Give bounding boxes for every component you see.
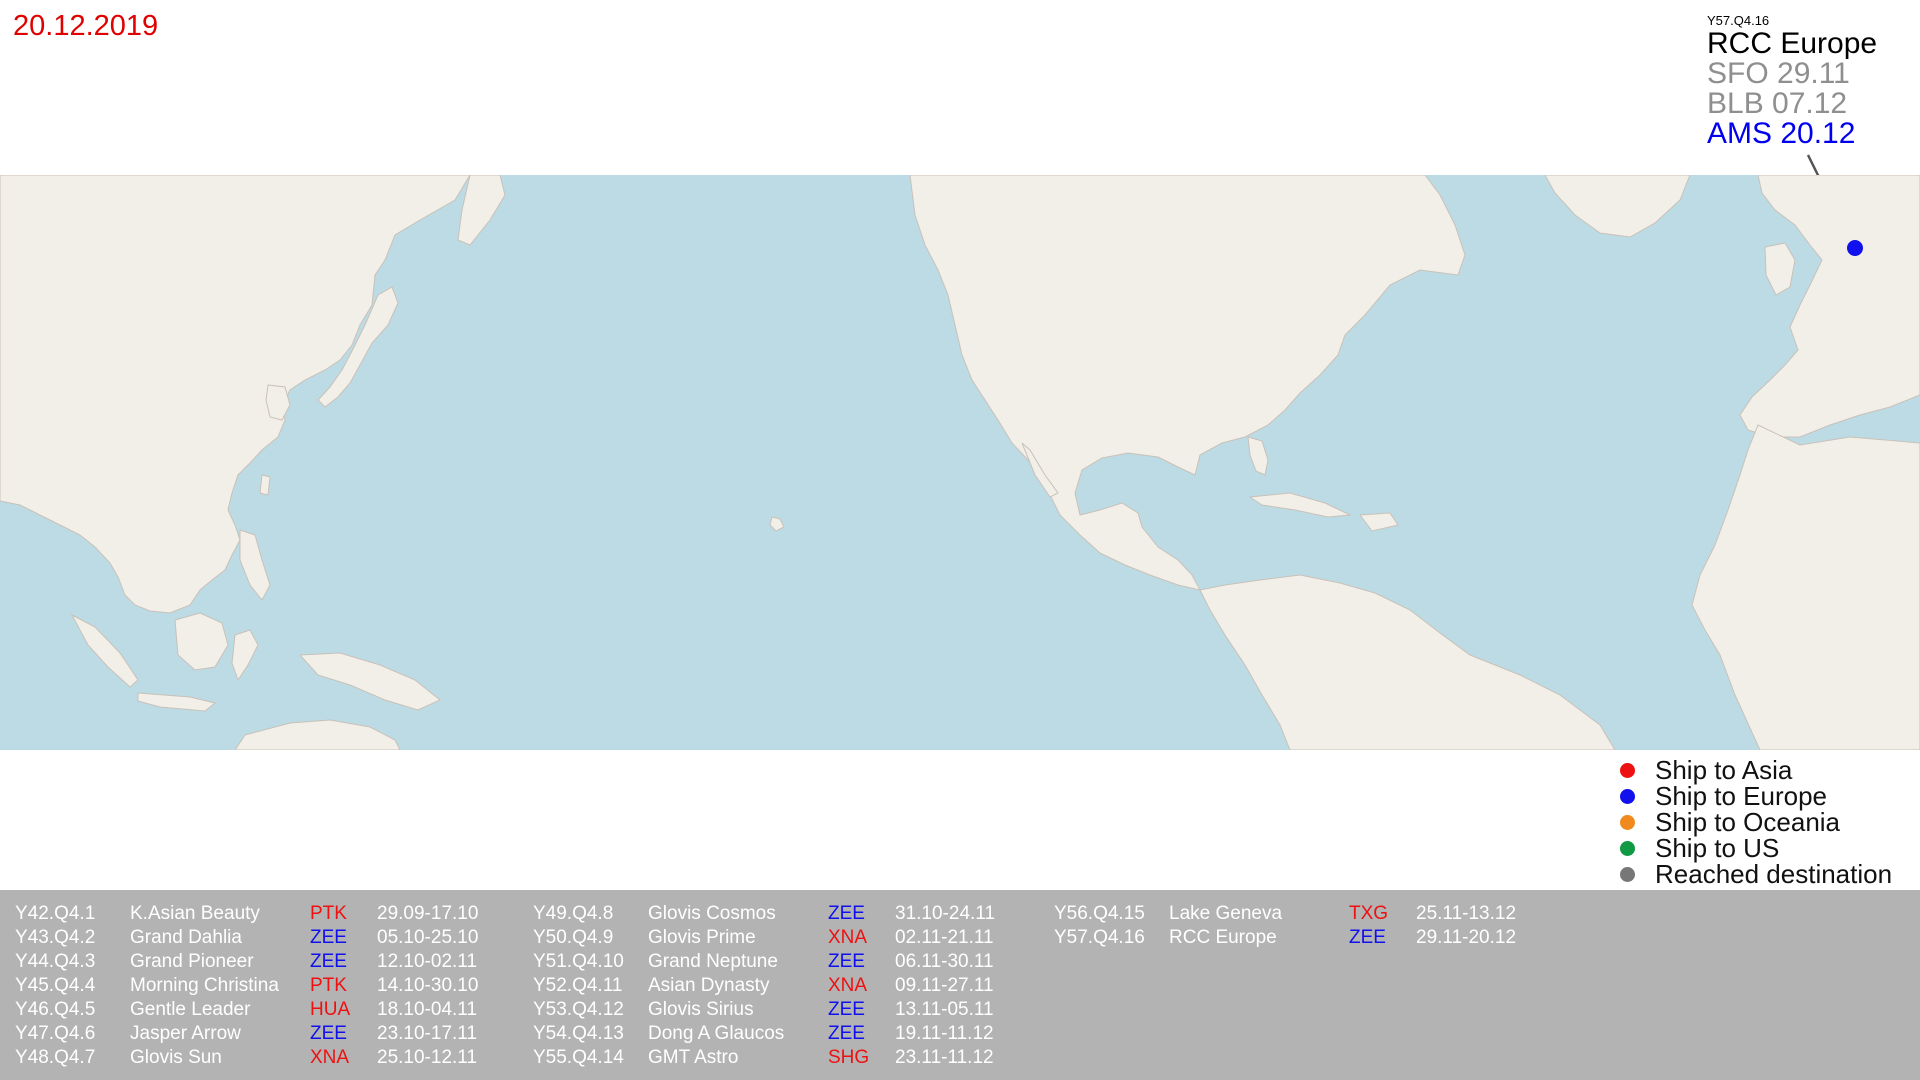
ship-port: ZEE	[828, 999, 865, 1020]
ship-name: Morning Christina	[130, 975, 279, 996]
ship-name: RCC Europe	[1169, 927, 1277, 948]
legend-dot-icon	[1620, 866, 1635, 882]
ship-name: Gentle Leader	[130, 999, 251, 1020]
ship-code: Y53.Q4.12	[533, 999, 624, 1020]
ship-code: Y45.Q4.4	[15, 975, 96, 996]
ship-name: Lake Geneva	[1169, 903, 1283, 924]
ship-dates: 06.11-30.11	[895, 951, 994, 972]
ship-code: Y55.Q4.14	[533, 1047, 624, 1068]
map-svg	[0, 175, 1920, 750]
ship-port: ZEE	[310, 1023, 347, 1044]
ship-name: Glovis Cosmos	[648, 903, 776, 924]
ship-code: Y44.Q4.3	[15, 951, 96, 972]
ship-code: Y50.Q4.9	[533, 927, 614, 948]
ship-dates: 23.10-17.11	[377, 1023, 478, 1044]
legend-item-asia: Ship to Asia	[1620, 755, 1892, 785]
legend-item-oceania: Ship to Oceania	[1620, 807, 1892, 837]
legend-dot-icon	[1620, 840, 1635, 856]
ship-dates: 05.10-25.10	[377, 927, 479, 948]
ship-dates: 14.10-30.10	[377, 975, 479, 996]
legend-item-reached: Reached destination	[1620, 858, 1893, 889]
ship-code: Y57.Q4.16	[1054, 927, 1145, 948]
ship-dates: 25.10-12.11	[377, 1047, 478, 1068]
ship-port: PTK	[310, 903, 347, 924]
ship-port: XNA	[828, 927, 868, 948]
legend: Ship to Asia Ship to Europe Ship to Ocea…	[1620, 755, 1893, 889]
ship-name: Jasper Arrow	[130, 1023, 241, 1044]
ship-port: ZEE	[310, 927, 347, 948]
ship-dates: 23.11-11.12	[895, 1047, 994, 1068]
legend-dot-icon	[1620, 762, 1635, 778]
ship-port: ZEE	[310, 951, 347, 972]
ship-port: ZEE	[828, 951, 865, 972]
ship-name: Glovis Sirius	[648, 999, 754, 1020]
ship-dates: 18.10-04.11	[377, 999, 478, 1020]
ship-port: XNA	[310, 1047, 350, 1068]
ship-name: GMT Astro	[648, 1047, 739, 1068]
legend-item-europe: Ship to Europe	[1620, 781, 1892, 811]
ship-code: Y56.Q4.15	[1054, 903, 1145, 924]
ship-dates: 25.11-13.12	[1416, 903, 1517, 924]
ship-dates: 12.10-02.11	[377, 951, 478, 972]
ship-code: Y48.Q4.7	[15, 1047, 96, 1068]
ship-list-panel: Y42.Q4.1 K.Asian Beauty PTK 29.09-17.10 …	[0, 890, 1920, 1080]
ship-code: Y49.Q4.8	[533, 903, 614, 924]
ship-dates: 29.11-20.12	[1416, 927, 1517, 948]
ship-code: Y43.Q4.2	[15, 927, 96, 948]
ship-dates: 13.11-05.11	[895, 999, 994, 1020]
ship-dates: 02.11-21.11	[895, 927, 994, 948]
ship-port: SHG	[828, 1047, 870, 1068]
ship-name: Grand Pioneer	[130, 951, 254, 972]
ship-dates: 31.10-24.11	[895, 903, 996, 924]
ship-port: HUA	[310, 999, 351, 1020]
land-taiwan	[259, 474, 271, 496]
legend-label: Reached destination	[1655, 858, 1893, 889]
ship-code: Y42.Q4.1	[15, 903, 96, 924]
ship-port: ZEE	[828, 1023, 865, 1044]
ship-name: Asian Dynasty	[648, 975, 770, 996]
ship-code: Y52.Q4.11	[533, 975, 623, 996]
legend-item-us: Ship to US	[1620, 833, 1892, 863]
ship-name: Glovis Sun	[130, 1047, 222, 1068]
ship-name: Grand Neptune	[648, 951, 778, 972]
ship-name: Grand Dahlia	[130, 927, 242, 948]
world-map[interactable]	[0, 175, 1920, 750]
ship-marker[interactable]	[1847, 240, 1863, 256]
ship-port: TXG	[1349, 903, 1389, 924]
ship-code: Y51.Q4.10	[533, 951, 624, 972]
legend-dot-icon	[1620, 788, 1635, 804]
ship-name: Dong A Glaucos	[648, 1023, 785, 1044]
legend-dot-icon	[1620, 814, 1635, 830]
ship-name: Glovis Prime	[648, 927, 756, 948]
ship-code: Y46.Q4.5	[15, 999, 96, 1020]
ship-dates: 29.09-17.10	[377, 903, 479, 924]
ship-code: Y47.Q4.6	[15, 1023, 96, 1044]
ship-dates: 09.11-27.11	[895, 975, 994, 996]
ship-dates: 19.11-11.12	[895, 1023, 994, 1044]
ship-port: ZEE	[1349, 927, 1386, 948]
ship-port: PTK	[310, 975, 347, 996]
ship-name: K.Asian Beauty	[130, 903, 260, 924]
ship-code: Y54.Q4.13	[533, 1023, 624, 1044]
ship-port: ZEE	[828, 903, 865, 924]
ship-port: XNA	[828, 975, 868, 996]
